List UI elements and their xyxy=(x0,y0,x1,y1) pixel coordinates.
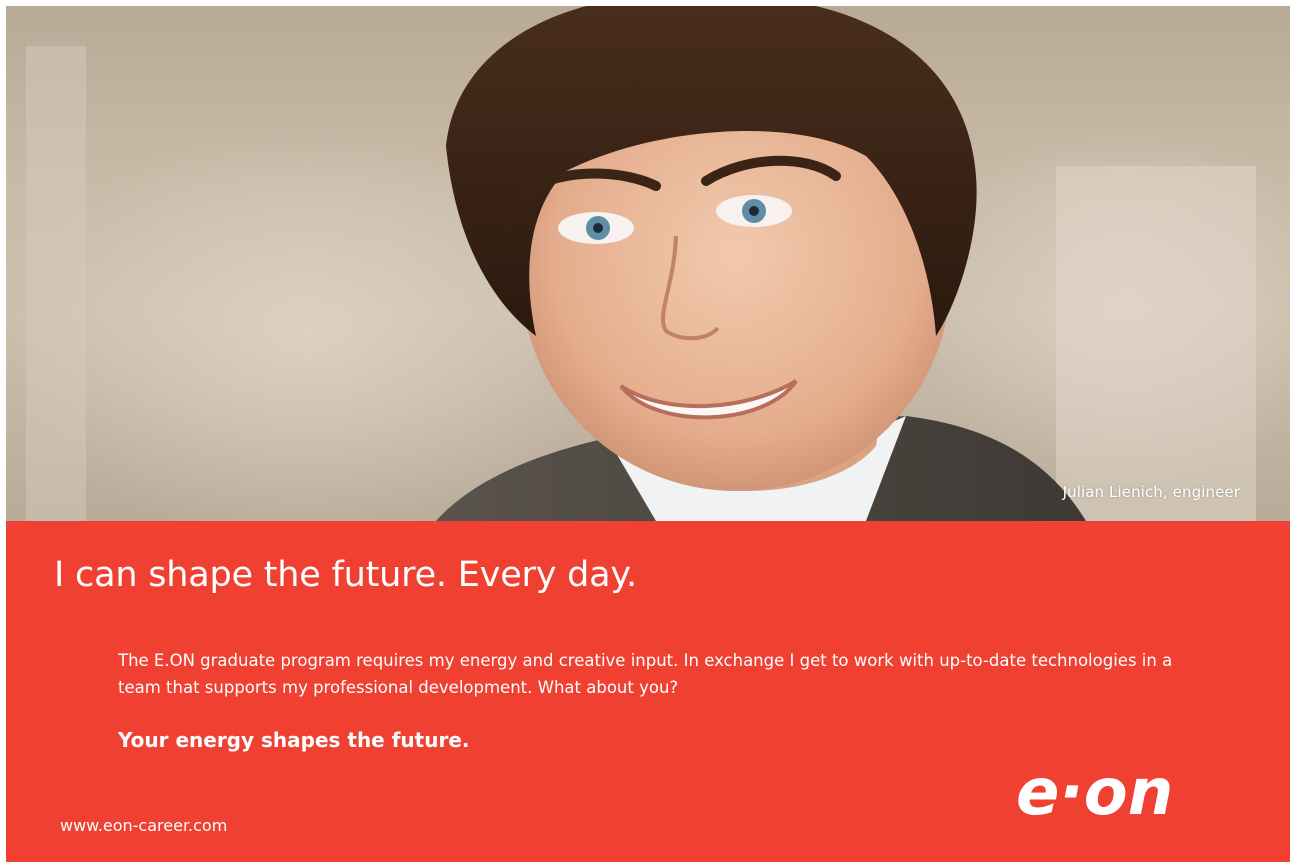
left-pupil xyxy=(593,223,603,233)
headline: I can shape the future. Every day. xyxy=(54,555,637,595)
portrait-photo: Julian Lienich, engineer xyxy=(6,6,1290,521)
eon-logo-text: e·on xyxy=(1016,758,1173,828)
eon-logo: e·on xyxy=(1016,758,1173,828)
advertisement: Julian Lienich, engineer I can shape the… xyxy=(6,6,1290,862)
body-text: The E.ON graduate program requires my en… xyxy=(118,651,1173,697)
red-banner: I can shape the future. Every day. The E… xyxy=(6,521,1290,862)
portrait-illustration xyxy=(26,6,1256,521)
photo-caption: Julian Lienich, engineer xyxy=(1062,483,1240,501)
right-pupil xyxy=(749,206,759,216)
background-panel xyxy=(1056,166,1256,521)
background-pillar xyxy=(26,46,86,521)
career-website-link[interactable]: www.eon-career.com xyxy=(60,816,227,835)
tagline: Your energy shapes the future. xyxy=(118,728,470,752)
